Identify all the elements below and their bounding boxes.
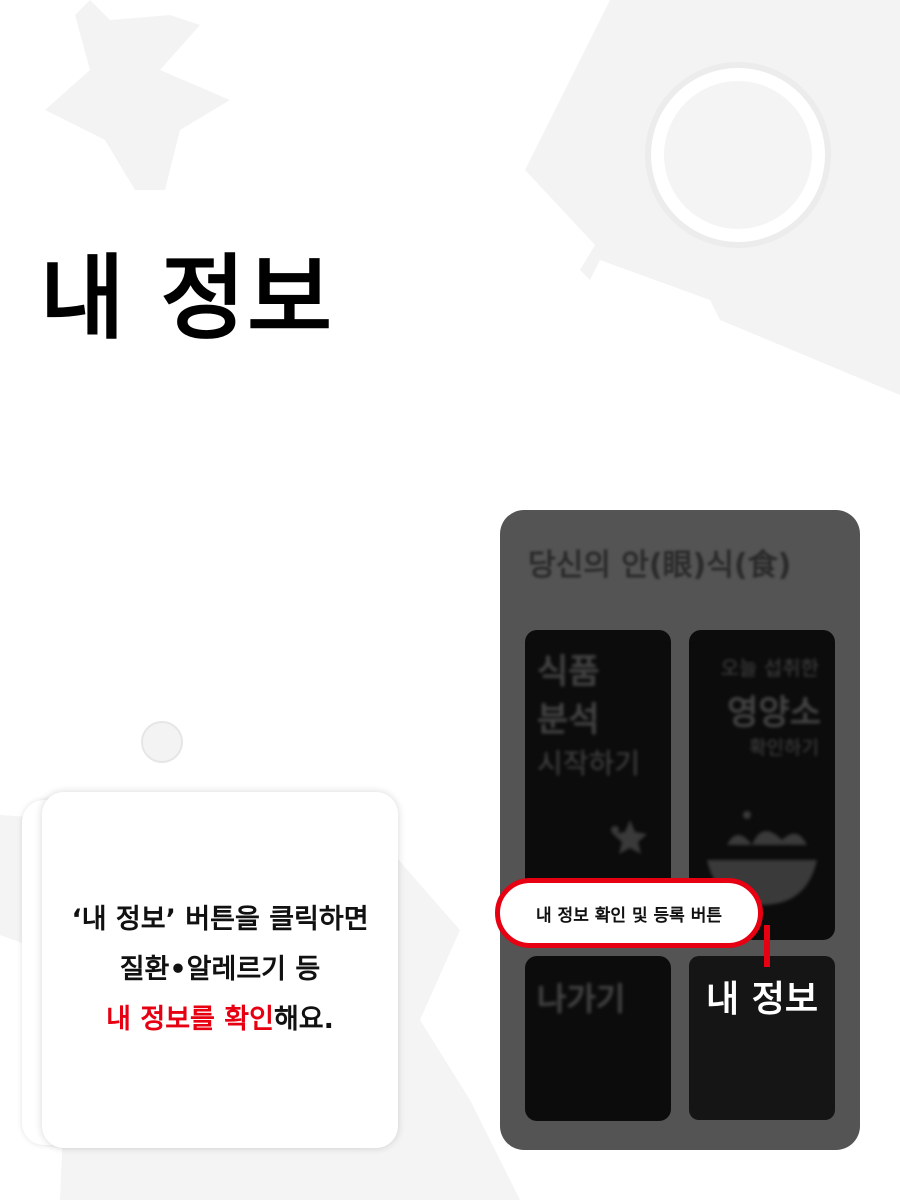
nutrients-label-3: 확인하기 [749,737,819,759]
nutrients-label-2: 영양소 [727,693,821,733]
callout-bubble: 내 정보 확인 및 등록 버튼 [495,878,763,948]
nutrients-label-1: 오늘 섭취한 [720,656,819,680]
description-line-3: 내 정보를 확인해요. [106,995,334,1045]
page-title: 내 정보 [40,245,334,352]
decorative-star-icon [45,0,230,190]
description-card: ‘내 정보’ 버튼을 클릭하면 질환•알레르기 등 내 정보를 확인해요. [42,792,398,1148]
description-line-2: 질환•알레르기 등 [119,954,321,985]
my-info-label: 내 정보 [706,979,818,1020]
food-analysis-label-2: 시작하기 [537,747,641,780]
my-info-button[interactable]: 내 정보 [689,956,835,1120]
exit-label: 나가기 [537,980,626,1018]
food-analysis-label-1: 식품 분석 [537,652,600,740]
callout-text: 내 정보 확인 및 등록 버튼 [536,905,722,926]
app-title: 당신의 안(眼)식(食) [528,548,792,583]
description-line-3-rest: 해요. [273,1004,334,1035]
exit-tile[interactable]: 나가기 [525,956,671,1121]
description-line-1: ‘내 정보’ 버튼을 클릭하면 [71,904,369,935]
description-highlight: 내 정보를 확인 [106,1004,274,1035]
decorative-camera-icon [525,0,900,395]
phone-mockup: 당신의 안(眼)식(食) 식품분석 시작하기 오늘 섭취한 영양소 확인하기 [500,510,860,1150]
